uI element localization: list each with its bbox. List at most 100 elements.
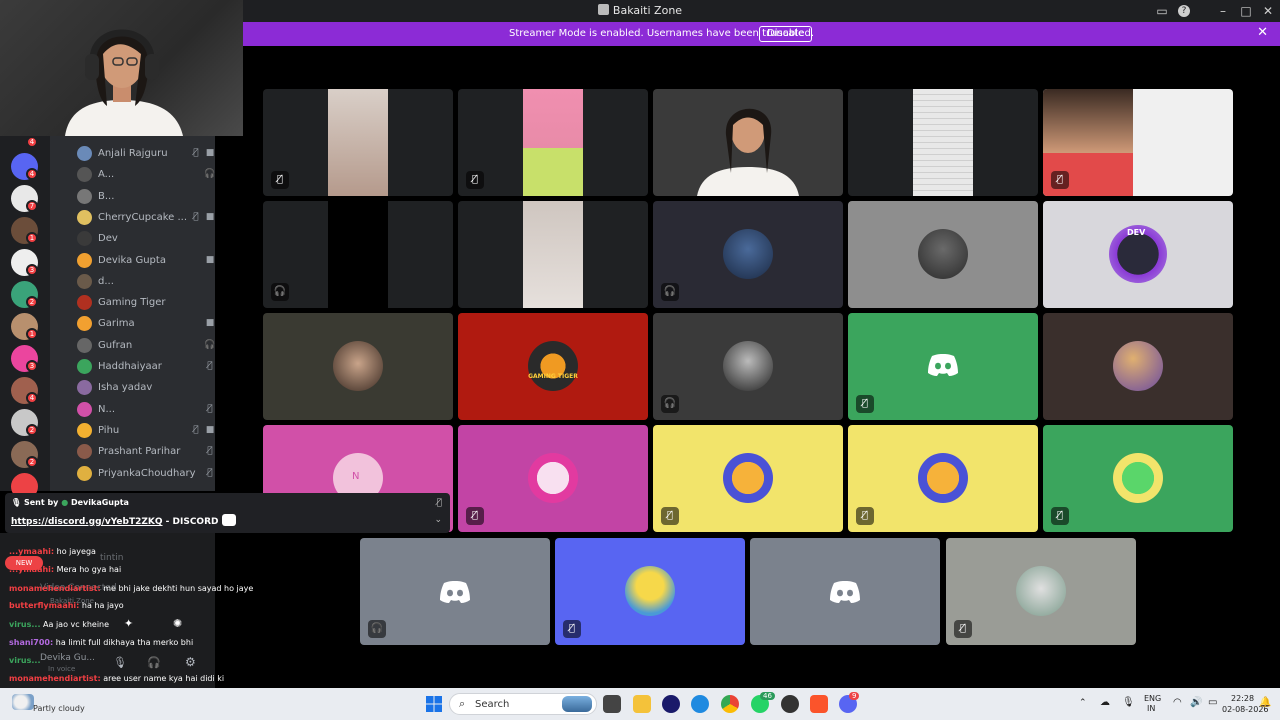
user-avatar: [1016, 566, 1066, 616]
mute-icon: 🎙̸: [856, 507, 874, 525]
pinned-message-card: 🎙 Sent by ● DevikaGupta https://discord.…: [5, 493, 450, 533]
video-tile[interactable]: [848, 89, 1038, 196]
streamer-figure: [65, 29, 183, 136]
disable-streamer-mode-button[interactable]: Disable: [759, 26, 813, 42]
avatar-tile[interactable]: GAMING TIGER: [458, 313, 648, 420]
chat-message: monamehendiartist: aree user name kya ha…: [9, 674, 224, 683]
wifi-icon[interactable]: ◠: [1173, 697, 1182, 708]
brave-icon[interactable]: [810, 695, 828, 713]
chat-username: shani700:: [9, 638, 54, 647]
clock-time[interactable]: 22:28: [1231, 694, 1254, 703]
voice-member[interactable]: Devika Gupta ■: [77, 250, 214, 270]
voice-member[interactable]: CherryCupcake ... 🎙̸ ■: [77, 207, 214, 227]
invite-link[interactable]: https://discord.gg/vYebT2ZKQ: [11, 517, 163, 527]
microphone-tray-icon[interactable]: 🎙: [1122, 697, 1135, 708]
avatar-tile[interactable]: 🎧: [653, 313, 843, 420]
notification-icon[interactable]: 🔔: [1259, 697, 1271, 708]
avatar-tile[interactable]: [263, 313, 453, 420]
avatar-tile[interactable]: 🎧: [360, 538, 550, 645]
server-badge: 1: [26, 328, 38, 340]
avatar-tile[interactable]: 🎙̸: [653, 425, 843, 532]
avatar-tile[interactable]: 🎙̸: [946, 538, 1136, 645]
activities-icon[interactable]: ✦: [124, 617, 133, 630]
discord-logo-icon: [928, 354, 958, 376]
app-icon[interactable]: [662, 695, 680, 713]
weather-text[interactable]: Partly cloudy: [33, 704, 85, 713]
cloud-icon[interactable]: ☁: [1100, 697, 1110, 708]
chevron-up-icon[interactable]: ⌃: [1079, 698, 1087, 708]
task-view-icon[interactable]: [603, 695, 621, 713]
weather-icon[interactable]: [12, 694, 34, 710]
taskbar-search[interactable]: ⌕ Search: [449, 693, 597, 715]
avatar-tile[interactable]: 🎙̸: [1043, 425, 1233, 532]
close-banner-icon[interactable]: ✕: [1257, 25, 1268, 40]
voice-member[interactable]: PriyankaChoudhary 🎙̸: [77, 463, 213, 483]
voice-member[interactable]: Dev: [77, 228, 212, 248]
member-name: Gufran: [98, 339, 133, 351]
edge-icon[interactable]: [691, 695, 709, 713]
voice-member[interactable]: A... 🎧: [77, 164, 216, 184]
voice-member[interactable]: Gufran 🎧: [77, 335, 216, 355]
avatar: [77, 380, 92, 396]
windows-start-icon[interactable]: [425, 695, 443, 713]
avatar-tile[interactable]: 🎙̸: [555, 538, 745, 645]
avatar: [77, 465, 92, 481]
avatar: [77, 188, 92, 204]
avatar-tile[interactable]: 🎙̸: [848, 313, 1038, 420]
video-tile[interactable]: [653, 89, 843, 196]
video-tile[interactable]: 🎙̸: [1043, 89, 1233, 196]
voice-member[interactable]: N... 🎙̸: [77, 399, 213, 419]
user-avatar: [1113, 341, 1163, 391]
chevron-down-icon[interactable]: ⌄: [434, 515, 442, 525]
streamer-mode-banner: Streamer Mode is enabled. Usernames have…: [243, 22, 1280, 46]
avatar-tile[interactable]: DEV: [1043, 201, 1233, 308]
app-icon-2[interactable]: [781, 695, 799, 713]
inbox-icon[interactable]: ▭: [1154, 3, 1170, 19]
settings-gear-icon[interactable]: ⚙: [185, 655, 196, 669]
avatar-tile[interactable]: [750, 538, 940, 645]
voice-member[interactable]: Pihu 🎙̸ ■: [77, 420, 214, 440]
avatar-tile[interactable]: [1043, 313, 1233, 420]
avatar-text: DEV: [1127, 228, 1146, 237]
mute-icon: 🎙̸: [466, 507, 484, 525]
video-tile[interactable]: 🎧: [263, 201, 453, 308]
voice-member[interactable]: Garima ■: [77, 313, 214, 333]
battery-icon[interactable]: ▭: [1208, 697, 1217, 708]
video-tile[interactable]: 🎙̸: [263, 89, 453, 196]
voice-member[interactable]: Gaming Tiger: [77, 292, 212, 312]
region-indicator[interactable]: IN: [1147, 704, 1155, 713]
user-avatar: [528, 341, 578, 391]
chrome-icon[interactable]: [721, 695, 739, 713]
chat-text: ha limit full dikhaya tha merko bhi: [55, 638, 194, 647]
avatar-tile[interactable]: 🎙̸: [848, 425, 1038, 532]
language-indicator[interactable]: ENG: [1144, 694, 1161, 703]
voice-member[interactable]: Prashant Parihar 🎙̸: [77, 441, 213, 461]
avatar-tile[interactable]: [848, 201, 1038, 308]
avatar-tile[interactable]: 🎧: [653, 201, 843, 308]
soundboard-icon[interactable]: ✺: [173, 617, 182, 630]
voice-member[interactable]: Haddhaiyaar 🎙̸: [77, 356, 213, 376]
close-window-button[interactable]: ✕: [1260, 3, 1276, 19]
voice-member[interactable]: Anjali Rajguru 🎙̸ ■: [77, 143, 214, 163]
server-badge: 7: [26, 200, 38, 212]
volume-icon[interactable]: 🔊: [1190, 697, 1202, 708]
avatar: [77, 167, 92, 183]
file-explorer-icon[interactable]: [633, 695, 651, 713]
user-avatar: [1113, 453, 1163, 503]
help-icon[interactable]: ?: [1178, 5, 1190, 17]
voice-member[interactable]: B...: [77, 186, 212, 206]
avatar-tile[interactable]: 🎙̸: [458, 425, 648, 532]
video-tile[interactable]: 🎙̸: [458, 89, 648, 196]
voice-member[interactable]: d...: [77, 271, 212, 291]
microphone-icon[interactable]: 🎙: [113, 656, 127, 669]
link-suffix: - DISCORD: [165, 517, 219, 527]
avatar-text: GAMING TIGER: [528, 373, 578, 380]
minimize-button[interactable]: –: [1215, 3, 1231, 19]
maximize-button[interactable]: □: [1238, 3, 1254, 19]
user-panel-status: In voice: [48, 665, 76, 673]
headphones-icon[interactable]: 🎧: [147, 656, 161, 669]
mute-icon: 🎙̸: [661, 507, 679, 525]
member-partial: tintin: [100, 553, 124, 563]
voice-member[interactable]: Isha yadav: [77, 377, 212, 397]
video-tile[interactable]: [458, 201, 648, 308]
